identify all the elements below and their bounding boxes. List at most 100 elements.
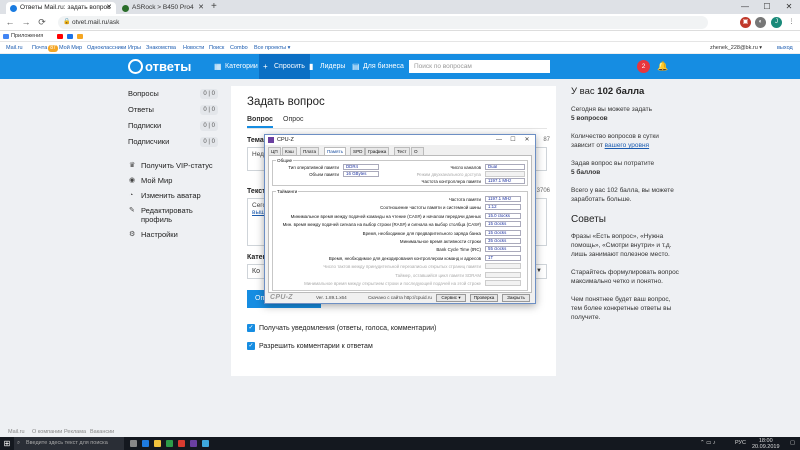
clock[interactable]: 18:00 20.09.2019 xyxy=(752,438,780,450)
cpuz-close-button[interactable]: ✕ xyxy=(521,135,533,145)
nav-categories[interactable]: ▦ Категории xyxy=(214,54,258,79)
tab-title: Ответы Mail.ru: задать вопрос xyxy=(20,4,111,11)
edge-icon[interactable] xyxy=(142,440,149,447)
keyboard-language[interactable]: РУС xyxy=(735,437,746,450)
link-all-projects[interactable]: Все проекты ▾ xyxy=(254,42,290,54)
explorer-icon[interactable] xyxy=(154,440,161,447)
bell-icon[interactable]: 🔔 xyxy=(657,59,668,73)
menu-my-world[interactable]: ◉ Мой Мир xyxy=(128,173,218,188)
link-games[interactable]: Игры xyxy=(128,42,141,54)
menu-change-avatar[interactable]: ◔ Изменить аватар xyxy=(128,188,218,203)
tab-poll[interactable]: Опрос xyxy=(283,116,304,123)
user-email[interactable]: zhenek_228@bk.ru ▾ xyxy=(710,42,762,54)
cpuz-version: Ver. 1.89.1.x64 xyxy=(316,295,347,300)
cpuz-tab-graphics[interactable]: Графика xyxy=(365,147,390,155)
cpuz-memory-panel: Общие Тип оперативной памяти DDR4 Объем … xyxy=(268,155,532,293)
timing-value: 35 clocks xyxy=(485,238,521,244)
menu-settings[interactable]: ⚙ Настройки xyxy=(128,227,218,242)
footer-link[interactable]: Вакансии xyxy=(90,428,114,437)
bookmark-apps[interactable]: Приложения xyxy=(2,31,43,42)
cpuz-tab-cache[interactable]: Кэш xyxy=(282,147,297,155)
stat-count: 0 | 0 xyxy=(200,121,218,131)
close-tab-icon[interactable]: ✕ xyxy=(106,2,112,14)
mail-count-badge: 87 xyxy=(48,45,58,52)
close-tab-icon[interactable]: ✕ xyxy=(198,2,204,14)
logout-link[interactable]: выход xyxy=(777,42,793,54)
menu-vip[interactable]: ♛ Получить VIP-статус xyxy=(128,158,218,173)
cpuz-tab-spd[interactable]: SPD xyxy=(350,147,366,155)
stat-questions[interactable]: Вопросы 0 | 0 xyxy=(128,86,218,102)
timing-value: 15.0 clocks xyxy=(485,212,521,219)
link-ok[interactable]: Одноклассники xyxy=(87,42,126,54)
cpuz-tab-mainboard[interactable]: Плата xyxy=(300,147,320,155)
menu-edit-profile[interactable]: ✎ Редактировать профиль xyxy=(128,203,218,227)
browser-tab-active[interactable]: Ответы Mail.ru: задать вопрос ✕ xyxy=(6,2,116,14)
windows-start-icon[interactable]: ⊞ xyxy=(0,437,14,450)
close-window-button[interactable]: ✕ xyxy=(778,0,800,14)
link-combo[interactable]: Combo xyxy=(230,42,248,54)
browser-tab-asrock[interactable]: ASRock > B450 Pro4 ✕ xyxy=(118,2,208,14)
timing-value xyxy=(485,280,521,286)
cpuz-tab-cpu[interactable]: ЦП xyxy=(268,147,281,155)
extension-icon[interactable]: ▣ xyxy=(740,17,751,28)
link-mail[interactable]: Почта 87 xyxy=(32,42,58,54)
question-search-input[interactable]: Поиск по вопросам xyxy=(409,60,550,73)
cpuz-general-group: Общие Тип оперативной памяти DDR4 Объем … xyxy=(272,158,528,186)
link-my-world[interactable]: Мой Мир xyxy=(59,42,82,54)
timing-label: Bank Cycle Time (tRC) xyxy=(436,247,481,253)
ok-icon xyxy=(77,34,83,39)
task-view-icon[interactable] xyxy=(130,440,137,447)
back-button[interactable]: ← xyxy=(4,16,16,29)
tip-item: Фразы «Есть вопрос», «Нужна помощь», «См… xyxy=(571,233,672,258)
footer-link[interactable]: Mail.ru xyxy=(8,428,25,437)
notifications-icon[interactable]: ▢ xyxy=(790,437,795,450)
cpuz-taskbar-icon[interactable] xyxy=(190,440,197,447)
group-label: Тайминги xyxy=(276,189,299,194)
timing-label: Время, необходимое для декодирования кон… xyxy=(328,255,481,261)
nav-business[interactable]: ▤ Для бизнеса xyxy=(352,54,404,79)
nav-leaders[interactable]: ▮ Лидеры xyxy=(309,54,345,79)
forward-button[interactable]: → xyxy=(20,16,32,29)
new-tab-button[interactable]: + xyxy=(211,1,217,13)
app-icon[interactable] xyxy=(202,440,209,447)
extension-icon[interactable]: ◐ xyxy=(755,17,766,28)
reload-button[interactable]: ⟳ xyxy=(36,16,48,29)
stat-subscriptions[interactable]: Подписки 0 | 0 xyxy=(128,118,218,134)
cpuz-tab-about[interactable]: О нас xyxy=(411,147,425,162)
text-label: Текст xyxy=(247,188,266,195)
stat-subscribers[interactable]: Подписчики 0 | 0 xyxy=(128,134,218,150)
menu-icon[interactable]: ⋮ xyxy=(786,17,797,28)
notifications-badge[interactable]: 2 xyxy=(637,60,650,73)
tray-icons[interactable]: ⌃ ▭ ♪ xyxy=(700,437,716,450)
link-news[interactable]: Новости xyxy=(183,42,204,54)
otvet-logo[interactable]: ответы xyxy=(128,58,191,75)
cpuz-close-btn[interactable]: Закрыть xyxy=(502,294,530,302)
nav-ask[interactable]: + Спросить xyxy=(259,54,310,79)
chrome-icon[interactable] xyxy=(178,440,185,447)
mailru-favicon-icon xyxy=(10,5,17,12)
stat-answers[interactable]: Ответы 0 | 0 xyxy=(128,102,218,118)
cpuz-minimize-button[interactable]: — xyxy=(493,135,505,145)
cpuz-validate-button[interactable]: Проверка xyxy=(470,294,498,302)
footer-link[interactable]: Реклама xyxy=(64,428,86,437)
timing-label: Минимальное время между подачей команды … xyxy=(290,213,481,219)
taskbar-search-input[interactable]: ⌕ Введите здесь текст для поиска xyxy=(14,437,124,450)
link-mailru[interactable]: Mail.ru xyxy=(6,42,23,54)
cpuz-maximize-button[interactable]: ☐ xyxy=(507,135,519,145)
maximize-button[interactable]: ☐ xyxy=(756,0,778,14)
footer-link[interactable]: О компании xyxy=(32,428,62,437)
tab-question[interactable]: Вопрос xyxy=(247,116,273,128)
link-search[interactable]: Поиск xyxy=(209,42,224,54)
timing-value: 1197.1 MHz xyxy=(485,196,521,202)
profile-avatar[interactable]: J xyxy=(771,17,782,28)
cpuz-tools-button[interactable]: Сервис ▾ xyxy=(436,294,466,302)
notify-checkbox[interactable]: ✓ Получать уведомления (ответы, голоса, к… xyxy=(247,324,436,333)
cpuz-tab-bench[interactable]: Тест xyxy=(394,147,410,155)
allow-comments-checkbox[interactable]: ✓ Разрешить комментарии к ответам xyxy=(247,342,373,351)
link-dating[interactable]: Знакомства xyxy=(146,42,176,54)
level-link[interactable]: вашего уровня xyxy=(605,142,649,149)
store-icon[interactable] xyxy=(166,440,173,447)
url-input[interactable]: 🔒 otvet.mail.ru/ask xyxy=(58,16,708,29)
minimize-button[interactable]: — xyxy=(734,0,756,14)
cz-label: Режим двухканального доступа xyxy=(416,172,481,177)
